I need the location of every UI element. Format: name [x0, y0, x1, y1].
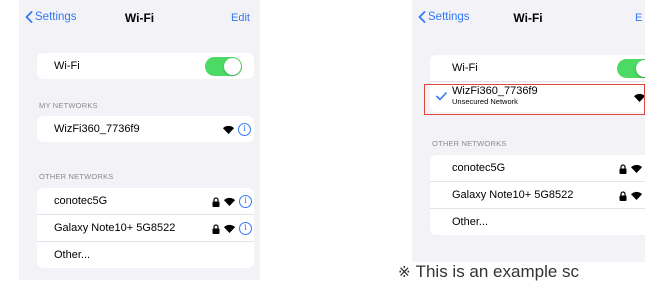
info-icon[interactable]: i — [239, 222, 252, 235]
right-wifi-screen: Settings Wi-Fi E Wi-Fi WizFi360_7736f9 U… — [412, 0, 645, 262]
network-row[interactable]: Galaxy Note10+ 5G8522 i — [37, 215, 254, 242]
network-row[interactable]: Galaxy Note10+ 5G8522 i — [430, 182, 645, 209]
my-networks-group: WizFi360_7736f9 i — [37, 116, 254, 142]
lock-icon — [212, 223, 220, 234]
network-name: Other... — [452, 216, 489, 228]
my-networks-header: MY NETWORKS — [39, 101, 98, 110]
network-name: WizFi360_7736f9 — [54, 123, 140, 135]
connected-network-highlight — [424, 84, 645, 115]
other-networks-header: OTHER NETWORKS — [39, 172, 114, 181]
toggle-knob — [224, 58, 241, 75]
wifi-label: Wi-Fi — [54, 60, 80, 72]
wifi-icon — [224, 224, 235, 233]
other-network-row[interactable]: Other... — [430, 209, 645, 235]
other-networks-header: OTHER NETWORKS — [432, 139, 507, 148]
wifi-icon — [631, 164, 642, 173]
network-name: Other... — [54, 249, 91, 261]
wifi-icon — [223, 125, 234, 134]
info-icon[interactable]: i — [238, 123, 251, 136]
network-name: Galaxy Note10+ 5G8522 — [54, 222, 176, 234]
wifi-toggle-row: Wi-Fi — [37, 53, 254, 79]
left-wifi-screen: Settings Wi-Fi Edit Wi-Fi MY NETWORKS Wi… — [19, 0, 260, 280]
wifi-toggle[interactable] — [617, 59, 645, 78]
edit-button[interactable]: E — [635, 12, 642, 24]
lock-icon — [212, 196, 220, 207]
network-name: Galaxy Note10+ 5G8522 — [452, 189, 574, 201]
chevron-left-icon — [418, 11, 426, 23]
network-row[interactable]: conotec5G i — [37, 188, 254, 215]
network-icons: i — [615, 162, 645, 175]
page-title: Wi-Fi — [513, 11, 543, 25]
wifi-icon — [224, 197, 235, 206]
other-networks-group: conotec5G i Galaxy Note10+ 5G8522 i Othe… — [37, 188, 254, 268]
info-icon[interactable]: i — [239, 195, 252, 208]
lock-icon — [619, 190, 627, 201]
network-icons: i — [615, 189, 645, 202]
network-icons: i — [219, 123, 251, 136]
reference-mark: ※ — [398, 263, 411, 281]
wifi-toggle-row: Wi-Fi — [430, 55, 645, 82]
network-row[interactable]: WizFi360_7736f9 i — [37, 116, 254, 142]
edit-button[interactable]: Edit — [231, 12, 250, 24]
network-name: conotec5G — [452, 162, 506, 174]
caption-text: This is an example sc — [415, 262, 580, 281]
network-name: conotec5G — [54, 195, 108, 207]
other-network-row[interactable]: Other... — [37, 242, 254, 268]
wifi-toggle[interactable] — [205, 57, 242, 76]
nav-bar: Settings Wi-Fi E — [412, 0, 645, 34]
network-icons: i — [208, 195, 252, 208]
wifi-label: Wi-Fi — [452, 62, 478, 74]
wifi-icon — [631, 191, 642, 200]
network-row[interactable]: conotec5G i — [430, 155, 645, 182]
caption: ※ This is an example sc — [398, 262, 579, 282]
other-networks-group: conotec5G i Galaxy Note10+ 5G8522 i Othe… — [430, 155, 645, 235]
wifi-toggle-group: Wi-Fi — [37, 53, 254, 79]
nav-bar: Settings Wi-Fi Edit — [19, 0, 260, 34]
lock-icon — [619, 163, 627, 174]
page-title: Wi-Fi — [124, 11, 155, 25]
toggle-knob — [636, 60, 645, 77]
network-icons: i — [208, 222, 252, 235]
